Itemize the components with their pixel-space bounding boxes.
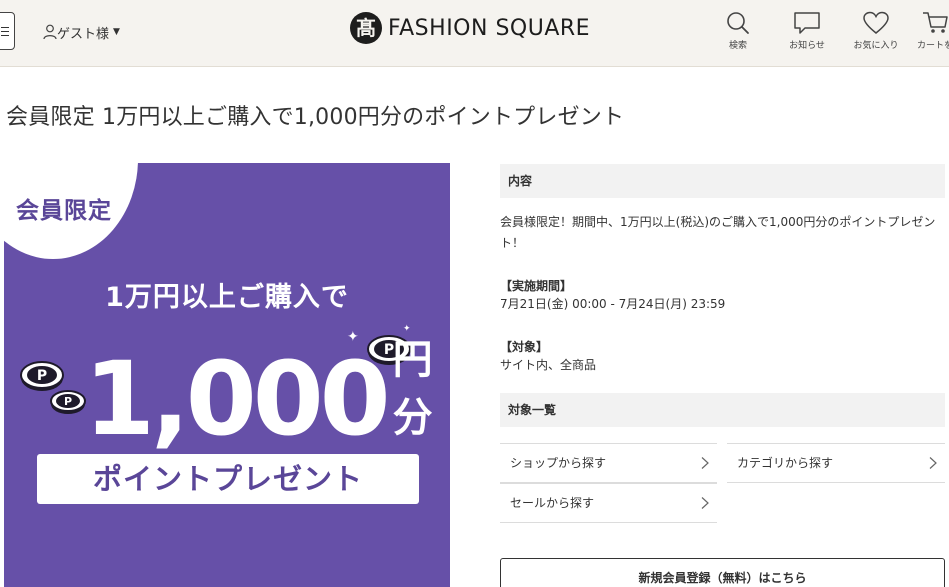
speech-bubble-icon [794,12,820,34]
notice-nav[interactable]: お知らせ [779,10,835,51]
amount-unit: 円分 [392,337,434,441]
shop-search-link[interactable]: ショップから探す [500,443,717,483]
search-nav[interactable]: 検索 [710,10,766,51]
cart-label: カートを [916,41,949,51]
site-logo[interactable]: 髙 FASHION SQUARE [349,10,590,46]
favorites-label: お気に入り [853,41,899,51]
caret-down-icon: ▼ [113,27,120,37]
shop-search-label: ショップから探す [510,456,607,470]
hamburger-icon [1,27,9,36]
content-text: 会員様限定！期間中、1万円以上(税込)のご購入で1,000円分のポイントプレゼン… [500,215,936,250]
favorites-nav[interactable]: お気に入り [848,10,904,51]
user-icon [43,24,57,40]
guest-account-menu[interactable]: ゲスト様 ▼ [43,22,120,42]
target-value: サイト内、全商品 [500,358,597,372]
search-label: 検索 [728,41,747,51]
coin-letter: P [64,395,72,408]
point-coin-small-icon: P [50,390,86,414]
period-label: 【実施期間】 [500,279,573,293]
sale-search-link[interactable]: セールから探す [500,483,717,523]
cart-nav[interactable]: カートを [907,10,949,51]
target-label: 【対象】 [500,340,549,354]
guest-label: ゲスト様 [57,26,110,42]
members-only-badge: 会員限定 [16,198,112,224]
logo-mark-char: 髙 [356,16,376,40]
page-title: 会員限定 1万円以上ご購入で1,000円分のポイントプレゼント [6,105,625,130]
chevron-right-icon [929,457,937,469]
chevron-right-icon [701,457,709,469]
logo-text: FASHION SQUARE [388,15,591,41]
campaign-banner: 会員限定 1万円以上ご購入で P P P ✦ ✦ 1,000 円分 ポイントプレ… [4,163,450,587]
category-search-link[interactable]: カテゴリから探す [727,443,945,483]
chevron-right-icon [701,497,709,509]
sale-search-label: セールから探す [510,496,595,510]
heart-icon [863,11,889,34]
cart-icon [923,12,948,33]
point-present-label: ポイントプレゼント [37,454,419,504]
notice-label: お知らせ [789,41,825,51]
amount-value: 1,000 [84,340,391,459]
site-header: ゲスト様 ▼ 髙 FASHION SQUARE 検索 お知らせ お気に入り カー… [0,0,949,67]
menu-button[interactable] [0,12,15,50]
category-search-label: カテゴリから探す [737,456,834,470]
content-heading: 内容 [500,164,945,198]
period-value: 7月21日(金) 00:00 - 7月24日(月) 23:59 [500,297,726,311]
search-icon [727,12,749,34]
coin-letter: P [37,368,47,384]
banner-condition-text: 1万円以上ご購入で [105,282,349,313]
register-button[interactable]: 新規会員登録（無料）はこちら [500,558,945,587]
logo-mark: 髙 [350,12,382,44]
amount-row: 1,000 円分 [84,311,450,451]
target-list-heading: 対象一覧 [500,393,945,427]
